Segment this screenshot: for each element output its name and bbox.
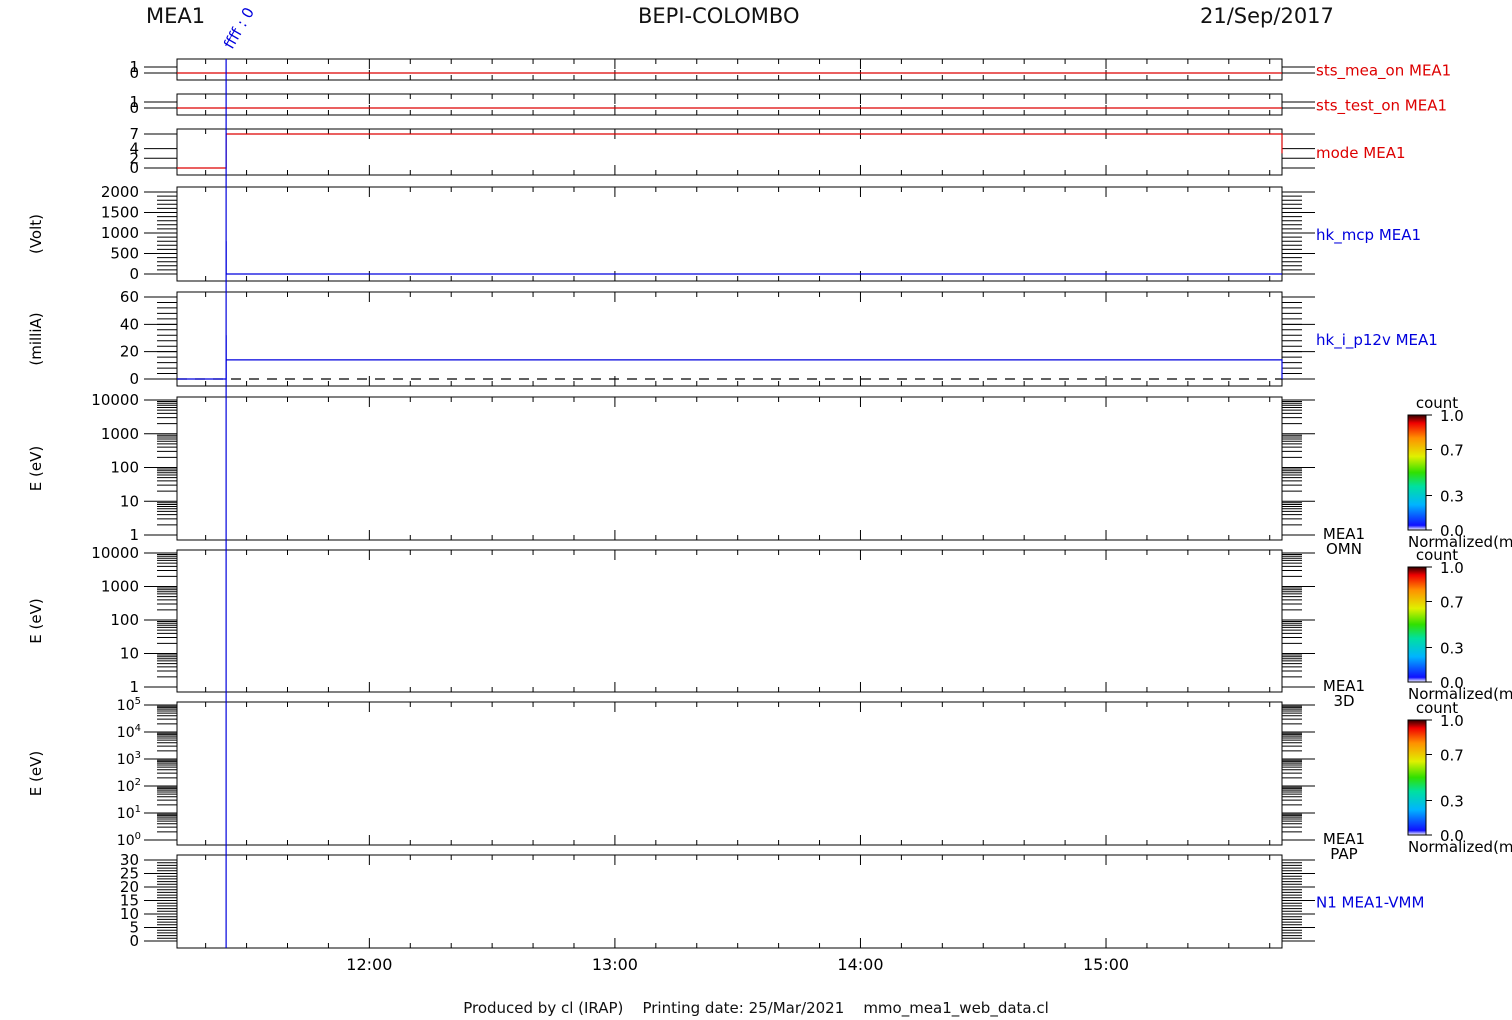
y-tick-label: 100 bbox=[110, 459, 139, 477]
panel-frame bbox=[176, 701, 1283, 846]
y-tick-label: 7 bbox=[129, 125, 139, 143]
panel-label: hk_mcp MEA1 bbox=[1316, 226, 1421, 245]
y-axis-label: E (eV) bbox=[27, 446, 45, 491]
panel-mode: 0247mode MEA1 bbox=[129, 125, 1405, 177]
y-tick-label: 30 bbox=[120, 851, 139, 869]
y-tick-label: 1 bbox=[129, 93, 139, 111]
series-line-mode bbox=[177, 133, 1283, 169]
colorbar-tick-label: 0.3 bbox=[1440, 488, 1464, 506]
panel-label: sts_test_on MEA1 bbox=[1316, 97, 1447, 116]
y-tick-label: 10 bbox=[120, 492, 139, 510]
y-tick-label: 60 bbox=[120, 288, 139, 306]
y-tick-label: 103 bbox=[117, 750, 141, 768]
y-tick-label: 1000 bbox=[101, 425, 139, 443]
y-axis-label: E (eV) bbox=[27, 598, 45, 643]
panel-frame bbox=[176, 93, 1283, 116]
y-tick-label: 2000 bbox=[101, 183, 139, 201]
colorbar-gradient bbox=[1407, 414, 1427, 531]
y-tick-label: 1000 bbox=[101, 578, 139, 596]
colorbar-tick-label: 0.7 bbox=[1440, 442, 1464, 460]
panel-3d: 110100100010000E (eV)MEA13Dcount0.00.30.… bbox=[27, 544, 1512, 710]
panel-frame bbox=[176, 549, 1283, 693]
footer-credits: Produced by cl (IRAP) Printing date: 25/… bbox=[463, 999, 1049, 1017]
panel-frame bbox=[176, 291, 1283, 387]
y-tick-label: 104 bbox=[117, 723, 141, 741]
panel-label: hk_i_p12v MEA1 bbox=[1316, 331, 1438, 350]
colorbar-tick-label: 1.0 bbox=[1440, 559, 1464, 577]
y-axis-label: (milliA) bbox=[27, 312, 45, 365]
y-tick-label: 1 bbox=[129, 526, 139, 544]
colorbar: count0.00.30.71.0Normalized(m bbox=[1407, 699, 1512, 856]
y-tick-label: 0 bbox=[129, 370, 139, 388]
y-tick-label: 20 bbox=[120, 343, 139, 361]
panel-hk_i_p12v: 0 20 40 60 (milliA) hk_i_p12v MEA1 bbox=[27, 288, 1438, 388]
colorbar: count0.00.30.71.0Normalized(m bbox=[1407, 546, 1512, 703]
panel-label: mode MEA1 bbox=[1316, 144, 1406, 162]
colorbar-gradient bbox=[1407, 566, 1427, 683]
colorbar-tick-label: 0.7 bbox=[1440, 594, 1464, 612]
panel-omn: 110100100010000E (eV)MEA1OMNcount0.00.30… bbox=[27, 391, 1512, 558]
y-tick-label: 100 bbox=[117, 831, 141, 849]
y-tick-label: 101 bbox=[117, 804, 141, 822]
x-tick-label: 12:00 bbox=[346, 955, 392, 974]
y-tick-label: 0 bbox=[129, 265, 139, 283]
panel-sublabel: OMN bbox=[1326, 540, 1362, 558]
panel-label: sts_mea_on MEA1 bbox=[1316, 62, 1451, 81]
series-line-hk_i_p12v bbox=[177, 335, 1283, 380]
colorbar-tick-label: 1.0 bbox=[1440, 407, 1464, 425]
y-tick-label: 10000 bbox=[91, 391, 139, 409]
y-axis-label: (Volt) bbox=[27, 214, 45, 254]
y-tick-label: 10000 bbox=[91, 544, 139, 562]
panel-frame bbox=[176, 854, 1283, 949]
y-tick-label: 1500 bbox=[101, 204, 139, 222]
colorbar-tick-label: 0.7 bbox=[1440, 747, 1464, 765]
y-tick-label: 1 bbox=[129, 58, 139, 76]
y-axis-label: E (eV) bbox=[27, 751, 45, 796]
colorbar-label: Normalized(m bbox=[1408, 838, 1512, 856]
colorbar-tick-label: 0.3 bbox=[1440, 793, 1464, 811]
panel-frame bbox=[176, 186, 1283, 282]
y-tick-label: 102 bbox=[117, 777, 141, 795]
panel-sublabel: 3D bbox=[1333, 692, 1354, 710]
y-tick-label: 500 bbox=[110, 245, 139, 263]
panel-label: N1 MEA1-VMM bbox=[1316, 894, 1424, 912]
panel-sts_mea_on: 01 sts_mea_on MEA1 bbox=[129, 58, 1451, 82]
multi-panel-chart: 01 sts_mea_on MEA101 sts_test_on MEA10247m… bbox=[27, 4, 1512, 974]
panel-sublabel: PAP bbox=[1330, 845, 1357, 863]
y-tick-label: 105 bbox=[117, 696, 141, 714]
y-tick-label: 1 bbox=[129, 678, 139, 696]
x-tick-label: 13:00 bbox=[592, 955, 638, 974]
colorbar-tick-label: 1.0 bbox=[1440, 712, 1464, 730]
colorbar: count0.00.30.71.0Normalized(m bbox=[1407, 394, 1512, 551]
colorbar-tick-label: 0.3 bbox=[1440, 640, 1464, 658]
x-tick-label: 15:00 bbox=[1083, 955, 1129, 974]
panel-frame bbox=[176, 58, 1283, 81]
y-tick-label: 10 bbox=[120, 645, 139, 663]
y-tick-label: 100 bbox=[110, 611, 139, 629]
series-line-hk_mcp bbox=[225, 241, 1282, 275]
panel-sts_test_on: 01 sts_test_on MEA1 bbox=[129, 93, 1447, 117]
panel-pap: 100101102103104105E (eV)MEA1PAPcount0.00… bbox=[27, 696, 1512, 863]
panel-frame bbox=[176, 128, 1283, 176]
colorbar-gradient bbox=[1407, 719, 1427, 836]
x-tick-label: 14:00 bbox=[837, 955, 883, 974]
panel-vmm: 051015202530N1 MEA1-VMM bbox=[120, 851, 1425, 950]
y-tick-label: 40 bbox=[120, 315, 139, 333]
panel-frame bbox=[176, 396, 1283, 541]
event-marker-label: ffff : 0 bbox=[220, 4, 258, 52]
y-tick-label: 1000 bbox=[101, 224, 139, 242]
panel-hk_mcp: 0 500 1000 1500 2000 (Volt) hk_mcp MEA1 bbox=[27, 183, 1421, 283]
